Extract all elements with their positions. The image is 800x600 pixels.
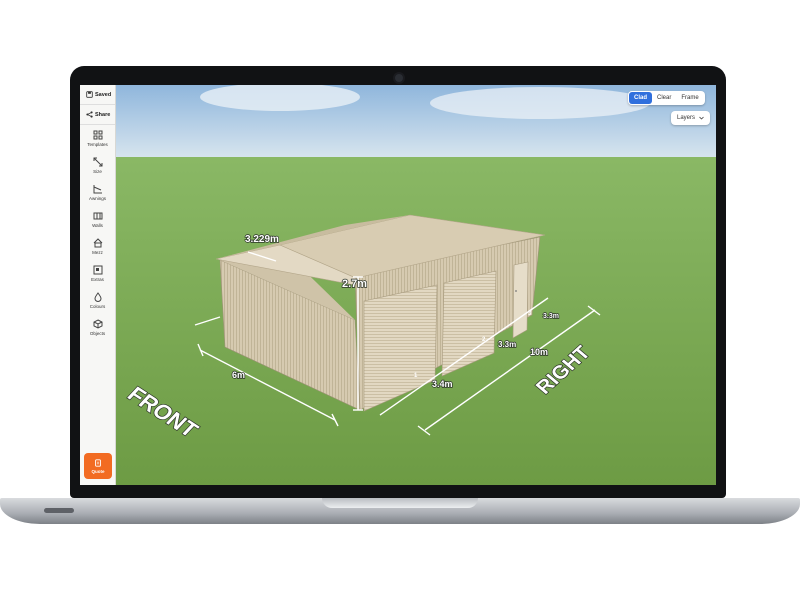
webcam — [393, 72, 405, 84]
door-handle — [515, 290, 517, 292]
sidebar-item-label: Awnings — [89, 196, 106, 201]
dim-wall-height: 2.7m — [342, 278, 367, 290]
dim-length: 10m — [530, 347, 548, 357]
personal-door[interactable] — [512, 261, 529, 339]
sidebar-item-objects[interactable]: Objects — [80, 314, 115, 341]
walls-icon — [93, 212, 102, 220]
document-icon — [95, 458, 101, 467]
view-mode-toggle: Clad Clear Frame — [628, 91, 705, 105]
sidebar-item-awnings[interactable]: Awnings — [80, 179, 115, 206]
sidebar: Saved Share Templates Size Awnings Walls — [80, 85, 116, 485]
saved-label: Saved — [95, 91, 112, 98]
sidebar-item-label: Templates — [87, 142, 108, 147]
resize-icon — [93, 157, 102, 167]
grid-icon — [93, 130, 102, 140]
dim-apex-height: 3.229m — [245, 234, 279, 245]
saved-button[interactable]: Saved — [80, 85, 115, 105]
sidebar-item-colours[interactable]: Colours — [80, 287, 115, 314]
sidebar-item-label: Size — [93, 169, 102, 174]
dim-bay-a: 3.4m — [432, 379, 453, 389]
chevron-down-icon — [699, 116, 704, 120]
dim-width: 6m — [232, 370, 245, 380]
sidebar-item-mezz[interactable]: Mezz — [80, 233, 115, 260]
layers-dropdown[interactable]: Layers — [671, 111, 711, 125]
sidebar-item-size[interactable]: Size — [80, 152, 115, 179]
laptop-notch — [322, 498, 478, 508]
quote-label: Quote — [91, 468, 105, 474]
sidebar-item-walls[interactable]: Walls — [80, 206, 115, 233]
view-mode-frame[interactable]: Frame — [676, 92, 703, 104]
3d-viewport[interactable]: 3.229m 2.7m 6m 3.4m 3.3m 3.3m 10m 1 2 3 … — [80, 85, 716, 485]
sidebar-item-label: Objects — [89, 331, 106, 336]
share-icon — [86, 111, 93, 118]
laptop-port — [44, 508, 74, 513]
share-label: Share — [95, 111, 111, 118]
quote-button[interactable]: Quote — [84, 453, 112, 479]
layers-label: Layers — [677, 115, 696, 121]
cloud — [430, 87, 650, 119]
laptop-frame: 3.229m 2.7m 6m 3.4m 3.3m 3.3m 10m 1 2 3 … — [0, 0, 800, 600]
dim-bay-b: 3.3m — [498, 340, 516, 349]
save-icon — [86, 91, 93, 98]
awning-icon — [93, 185, 102, 194]
house-icon — [93, 238, 102, 248]
sidebar-item-label: Extras — [91, 277, 104, 282]
sidebar-item-label: Mezz — [92, 250, 103, 255]
view-mode-clad[interactable]: Clad — [629, 92, 653, 104]
droplet-icon — [93, 292, 102, 302]
dim-bay-c: 3.3m — [543, 313, 559, 320]
sidebar-item-label: Walls — [92, 223, 103, 228]
sidebar-item-extras[interactable]: Extras — [80, 260, 115, 287]
share-button[interactable]: Share — [80, 105, 115, 125]
sidebar-item-templates[interactable]: Templates — [80, 125, 115, 152]
view-mode-clear[interactable]: Clear — [652, 92, 676, 104]
sidebar-item-label: Colours — [89, 304, 106, 309]
cube-icon — [93, 319, 102, 329]
app-screen: 3.229m 2.7m 6m 3.4m 3.3m 3.3m 10m 1 2 3 … — [80, 85, 716, 485]
extras-icon — [93, 265, 102, 275]
